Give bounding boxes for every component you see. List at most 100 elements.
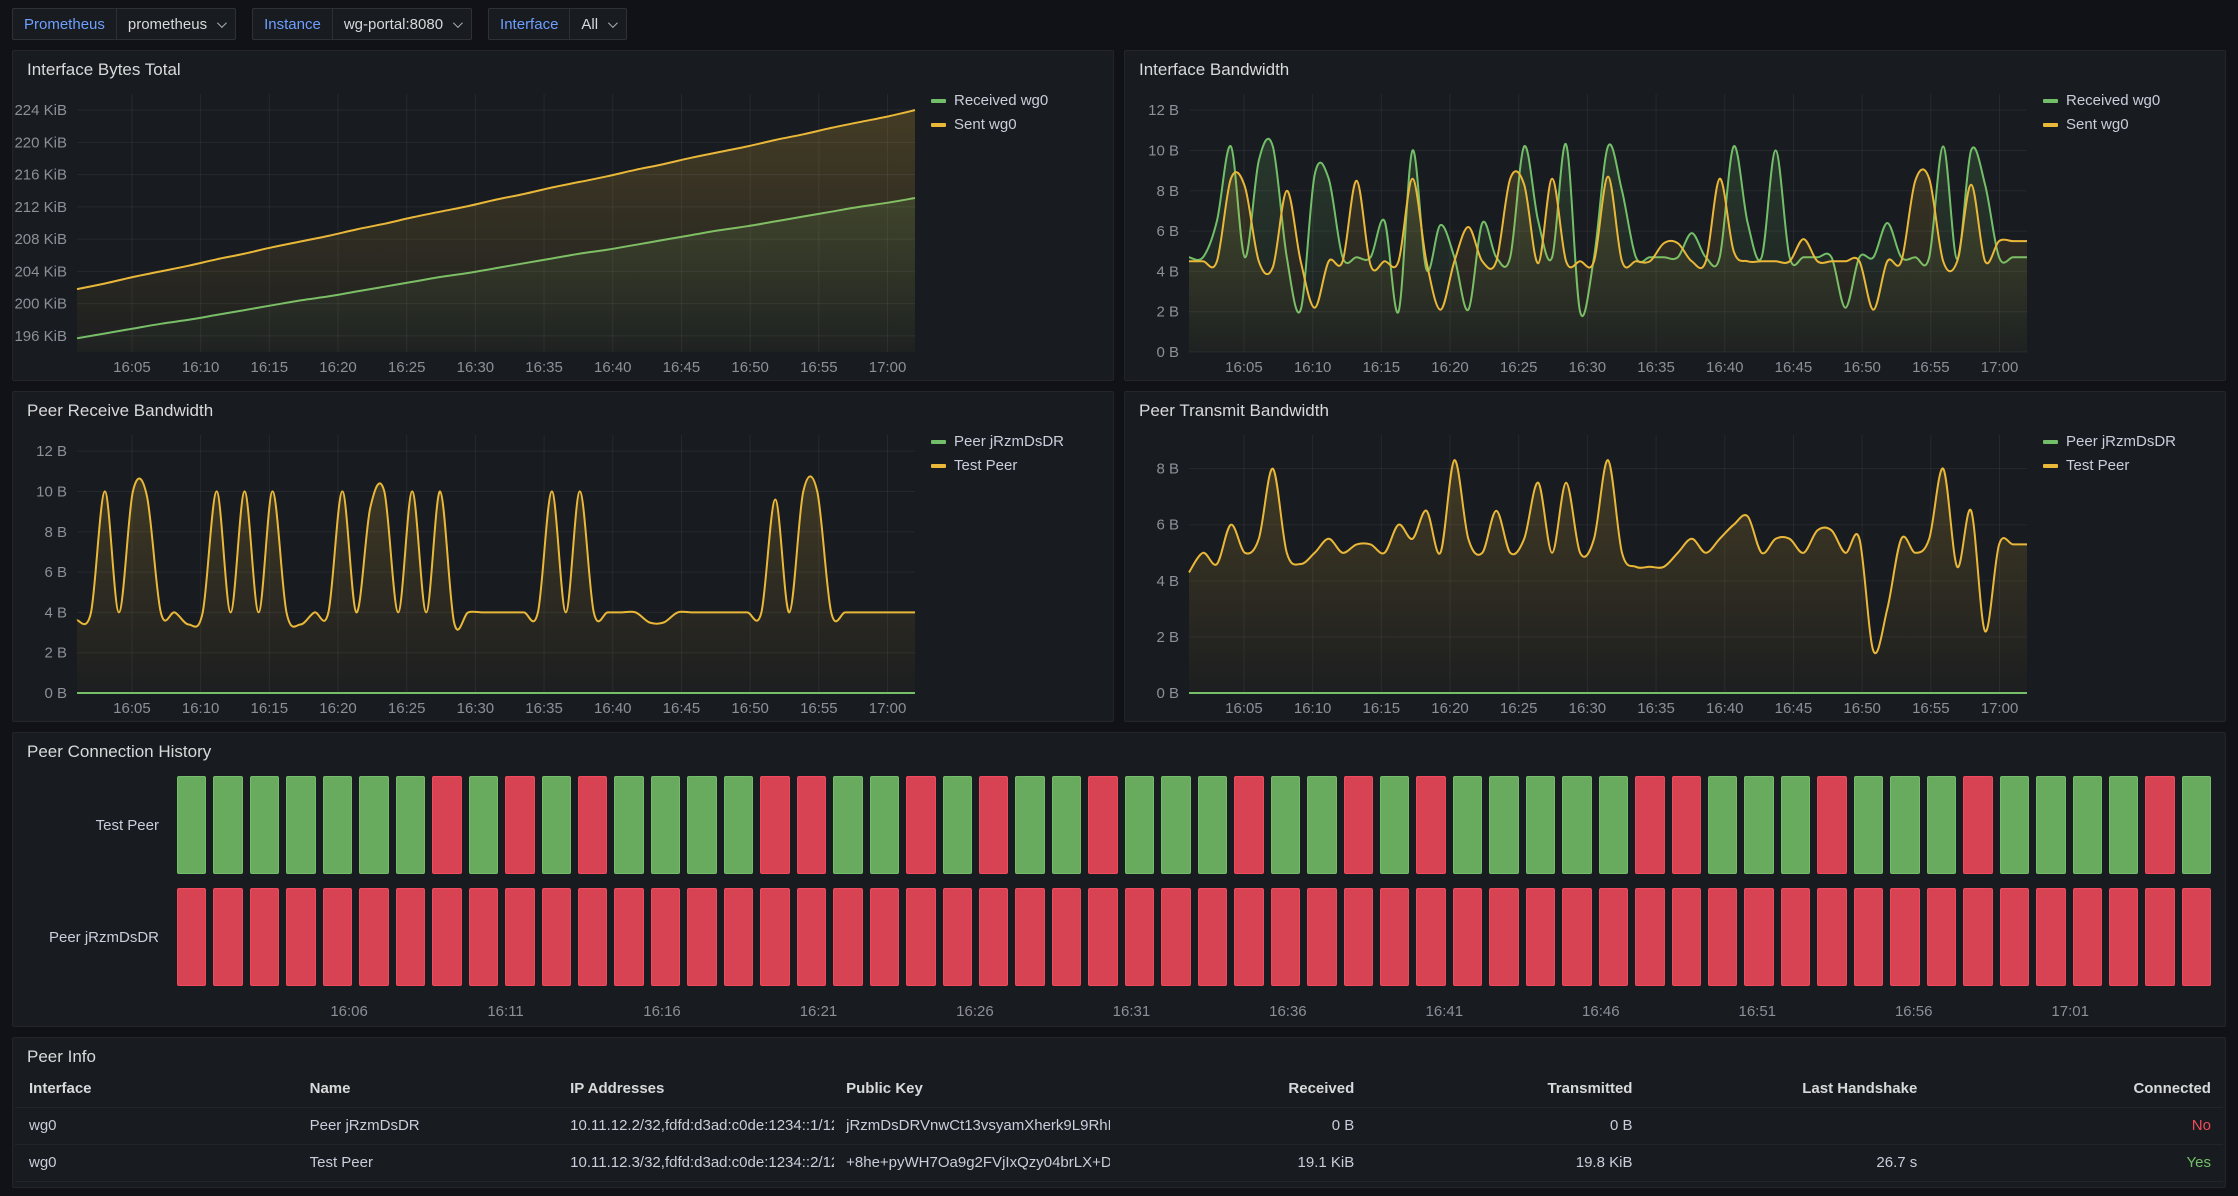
- panel-title[interactable]: Peer Info: [13, 1038, 2225, 1069]
- timeline-state-bar: [2073, 888, 2102, 986]
- y-tick-label: 2 B: [1156, 304, 1179, 321]
- table-header-cell[interactable]: Public Key: [834, 1071, 1110, 1107]
- x-tick-label: 16:25: [388, 700, 426, 717]
- timeline-state-bar: [2109, 776, 2138, 874]
- timeline-state-bar: [979, 776, 1008, 874]
- timeline-state-bar: [1599, 888, 1628, 986]
- table-header-cell[interactable]: IP Addresses: [558, 1071, 834, 1107]
- legend-item[interactable]: Received wg0: [931, 92, 1105, 109]
- x-tick-label: 16:55: [800, 359, 838, 376]
- x-tick-label: 16:20: [319, 359, 357, 376]
- variable-value-text: All: [581, 16, 598, 33]
- x-tick-label: 16:05: [113, 359, 151, 376]
- timeline-state-bar: [2073, 776, 2102, 874]
- timeline-state-bar: [1854, 888, 1883, 986]
- state-timeline-chart[interactable]: Test PeerPeer jRzmDsDR16:0616:1116:1616:…: [13, 764, 2225, 1026]
- panel-title[interactable]: Interface Bytes Total: [13, 51, 1113, 82]
- timeline-state-bar: [542, 888, 571, 986]
- x-tick-label: 16:10: [1294, 359, 1332, 376]
- x-tick-label: 16:15: [251, 359, 289, 376]
- x-tick-label: 16:40: [594, 359, 632, 376]
- timeline-state-bar: [1635, 888, 1664, 986]
- x-tick-label: 16:45: [663, 700, 701, 717]
- x-tick-label: 16:11: [487, 1003, 523, 1020]
- timeline-state-bar: [1562, 888, 1591, 986]
- timeline-state-bar: [614, 776, 643, 874]
- panel-title[interactable]: Interface Bandwidth: [1125, 51, 2225, 82]
- variable-value-interface-dropdown[interactable]: All: [569, 8, 627, 40]
- panel-title[interactable]: Peer Receive Bandwidth: [13, 392, 1113, 423]
- peer-info-table: InterfaceNameIP AddressesPublic KeyRecei…: [13, 1069, 2225, 1187]
- y-tick-label: 8 B: [44, 524, 67, 541]
- x-tick-label: 16:15: [251, 700, 289, 717]
- table-header-cell[interactable]: Connected: [1929, 1071, 2223, 1107]
- table-cell: +8he+pyWH7Oa9g2FVjIxQzy04brLX+D: [834, 1145, 1110, 1181]
- legend-item[interactable]: Received wg0: [2043, 92, 2217, 109]
- table-header-cell[interactable]: Name: [298, 1071, 559, 1107]
- timeline-state-bar: [1963, 888, 1992, 986]
- x-tick-label: 16:40: [594, 700, 632, 717]
- legend-item[interactable]: Test Peer: [931, 457, 1105, 474]
- x-tick-label: 16:35: [525, 359, 563, 376]
- table-header-cell[interactable]: Received: [1110, 1071, 1366, 1107]
- interface-bytes-chart[interactable]: 196 KiB200 KiB204 KiB208 KiB212 KiB216 K…: [13, 82, 923, 380]
- x-tick-label: 16:25: [1500, 359, 1538, 376]
- timeline-state-bar: [2036, 888, 2065, 986]
- variable-value-text: prometheus: [128, 16, 207, 33]
- variable-label-instance: Instance: [252, 8, 332, 40]
- timeline-state-bar: [1744, 776, 1773, 874]
- x-tick-label: 17:00: [869, 700, 907, 717]
- x-tick-label: 16:40: [1706, 359, 1744, 376]
- x-tick-label: 16:30: [457, 359, 495, 376]
- interface-bandwidth-chart[interactable]: 0 B2 B4 B6 B8 B10 B12 B16:0516:1016:1516…: [1125, 82, 2035, 380]
- x-tick-label: 16:30: [1569, 359, 1607, 376]
- timeline-state-bar: [432, 888, 461, 986]
- table-header-cell[interactable]: Transmitted: [1366, 1071, 1644, 1107]
- panel-title[interactable]: Peer Connection History: [13, 733, 2225, 764]
- legend-item[interactable]: Test Peer: [2043, 457, 2217, 474]
- chevron-down-icon: [608, 18, 618, 28]
- peer-transmit-chart[interactable]: 0 B2 B4 B6 B8 B16:0516:1016:1516:2016:25…: [1125, 423, 2035, 721]
- timeseries-plot: 0 B2 B4 B6 B8 B10 B12 B16:0516:1016:1516…: [13, 423, 923, 721]
- timeline-state-bar: [1708, 888, 1737, 986]
- y-tick-label: 10 B: [36, 483, 67, 500]
- variable-value-prometheus-dropdown[interactable]: prometheus: [116, 8, 236, 40]
- timeline-state-bar: [1344, 888, 1373, 986]
- series-area: [77, 110, 915, 352]
- y-tick-label: 8 B: [1156, 183, 1179, 200]
- timeline-state-bar: [760, 888, 789, 986]
- legend-item[interactable]: Peer jRzmDsDR: [931, 433, 1105, 450]
- y-tick-label: 4 B: [44, 604, 67, 621]
- panel-title[interactable]: Peer Transmit Bandwidth: [1125, 392, 2225, 423]
- legend-item[interactable]: Peer jRzmDsDR: [2043, 433, 2217, 450]
- legend-item[interactable]: Sent wg0: [931, 116, 1105, 133]
- timeline-state-bar: [469, 776, 498, 874]
- variable-value-instance-dropdown[interactable]: wg-portal:8080: [332, 8, 472, 40]
- timeline-state-bar: [359, 888, 388, 986]
- timeline-state-bar: [651, 776, 680, 874]
- x-tick-label: 16:41: [1426, 1003, 1464, 1020]
- timeline-state-bar: [1927, 776, 1956, 874]
- x-tick-label: 16:50: [731, 700, 769, 717]
- table-header-cell[interactable]: Interface: [15, 1071, 298, 1107]
- timeline-state-bar: [2000, 888, 2029, 986]
- x-tick-label: 16:30: [457, 700, 495, 717]
- timeline-state-bar: [724, 776, 753, 874]
- peer-receive-chart[interactable]: 0 B2 B4 B6 B8 B10 B12 B16:0516:1016:1516…: [13, 423, 923, 721]
- x-tick-label: 16:50: [1843, 359, 1881, 376]
- x-tick-label: 16:06: [330, 1003, 368, 1020]
- legend-item[interactable]: Sent wg0: [2043, 116, 2217, 133]
- timeline-state-bar: [1453, 776, 1482, 874]
- table-header-cell[interactable]: Last Handshake: [1644, 1071, 1929, 1107]
- timeline-state-bar: [1380, 888, 1409, 986]
- timeline-state-bar: [2182, 888, 2211, 986]
- x-tick-label: 17:00: [1981, 700, 2019, 717]
- timeline-state-bar: [687, 888, 716, 986]
- y-tick-label: 0 B: [44, 685, 67, 702]
- y-tick-label: 208 KiB: [14, 231, 67, 248]
- x-tick-label: 16:15: [1363, 359, 1401, 376]
- legend-series-swatch-icon: [931, 440, 946, 444]
- timeline-state-bar: [797, 888, 826, 986]
- variables-bar: Prometheus prometheus Instance wg-portal…: [12, 8, 2226, 40]
- table-cell: 26.7 s: [1644, 1145, 1929, 1181]
